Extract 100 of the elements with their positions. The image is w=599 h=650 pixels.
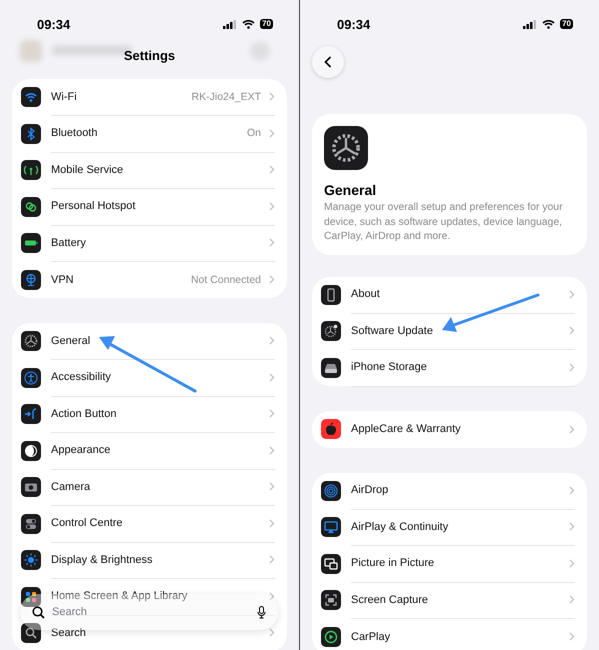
row-label: iPhone Storage: [351, 361, 427, 374]
row-label: Screen Capture: [351, 594, 428, 606]
chevron-icon: [269, 592, 275, 601]
row-app-icon: [321, 517, 341, 538]
row-app-icon: [321, 626, 341, 647]
chevron-icon: [269, 555, 275, 564]
settings-row[interactable]: Picture in Picture: [321, 546, 575, 582]
settings-row[interactable]: Control Centre: [21, 506, 275, 542]
row-label: About: [351, 288, 380, 300]
settings-row[interactable]: Mobile Service: [21, 152, 275, 188]
wifi-icon: [242, 19, 256, 29]
settings-row[interactable]: Battery: [21, 225, 275, 262]
chevron-icon: [569, 424, 575, 434]
row-label: Bluetooth: [51, 127, 98, 140]
microphone-icon: [257, 606, 266, 618]
search-input[interactable]: Search: [52, 606, 250, 618]
row-app-icon: [21, 233, 41, 254]
battery-level: 70: [260, 19, 273, 29]
general-app-icon: [324, 126, 368, 170]
settings-row[interactable]: AppleCare & Warranty: [321, 411, 575, 448]
row-label: Battery: [51, 236, 86, 249]
row-app-icon: [21, 87, 41, 108]
status-time: 09:34: [37, 16, 70, 32]
row-label: AirDrop: [351, 484, 388, 496]
settings-row[interactable]: Wi-Fi RK-Jio24_EXT: [21, 79, 275, 116]
row-app-icon: [321, 284, 341, 305]
row-label: CarPlay: [351, 630, 390, 643]
row-app-icon: [321, 321, 341, 342]
row-label: Personal Hotspot: [51, 200, 136, 212]
row-app-icon: [21, 404, 41, 424]
chevron-icon: [569, 595, 575, 604]
settings-row[interactable]: Screen Capture: [321, 582, 575, 618]
chevron-icon: [269, 128, 275, 138]
settings-row[interactable]: CarPlay: [321, 618, 575, 650]
chevron-icon: [569, 326, 575, 336]
status-time: 09:34: [337, 16, 370, 32]
chevron-icon: [269, 202, 275, 211]
row-label: Appearance: [51, 444, 110, 456]
row-app-icon: [21, 440, 41, 461]
chevron-icon: [569, 522, 575, 532]
settings-row[interactable]: Appearance: [21, 432, 275, 469]
settings-row[interactable]: About: [321, 276, 575, 313]
header-title: General: [324, 182, 378, 198]
chevron-icon: [269, 518, 275, 528]
chevron-icon: [569, 632, 575, 642]
row-value: Not Connected: [190, 274, 261, 286]
row-label: Wi-Fi: [51, 90, 77, 103]
settings-row[interactable]: iPhone Storage: [321, 350, 575, 386]
row-label: Picture in Picture: [351, 557, 434, 570]
chevron-icon: [269, 275, 275, 284]
row-app-icon: [21, 514, 41, 534]
settings-row[interactable]: Camera: [21, 469, 275, 506]
settings-row[interactable]: Bluetooth On: [21, 116, 275, 152]
settings-row[interactable]: AirPlay & Continuity: [321, 509, 575, 546]
row-app-icon: [321, 480, 341, 501]
settings-row[interactable]: Accessibility: [21, 360, 275, 396]
chevron-icon: [269, 409, 275, 418]
row-app-icon: [21, 477, 41, 498]
signal-icon: [223, 20, 238, 28]
chevron-icon: [269, 446, 275, 455]
row-app-icon: [21, 196, 41, 217]
row-app-icon: [321, 419, 341, 440]
row-app-icon: [321, 358, 341, 378]
row-label: Camera: [51, 480, 90, 493]
settings-row[interactable]: Search: [21, 615, 275, 650]
settings-row[interactable]: Personal Hotspot: [21, 188, 275, 225]
chevron-icon: [269, 482, 275, 492]
chevron-icon: [269, 165, 275, 174]
row-label: Accessibility: [51, 371, 111, 384]
row-app-icon: [321, 554, 341, 574]
settings-row[interactable]: Action Button: [21, 396, 275, 432]
row-value: RK-Jio24_EXT: [192, 90, 261, 103]
row-label: VPN: [51, 274, 74, 286]
row-app-icon: [21, 623, 41, 644]
row-value: On: [246, 127, 261, 140]
chevron-icon: [569, 290, 575, 299]
row-app-icon: [21, 550, 41, 570]
back-icon: [324, 56, 332, 68]
row-app-icon: [21, 124, 41, 144]
battery-level: 70: [560, 19, 573, 29]
chevron-icon: [569, 362, 575, 372]
chevron-icon: [569, 486, 575, 495]
row-app-icon: [21, 160, 41, 180]
row-label: Software Update: [351, 324, 433, 337]
row-label: AppleCare & Warranty: [351, 423, 461, 436]
row-app-icon: [321, 590, 341, 610]
search-icon: [32, 606, 45, 618]
settings-row[interactable]: AirDrop: [321, 472, 575, 509]
settings-row[interactable]: Display & Brightness: [21, 542, 275, 578]
row-app-icon: [21, 586, 41, 607]
chevron-icon: [269, 336, 275, 346]
signal-icon: [523, 20, 538, 28]
chevron-icon: [269, 238, 275, 248]
row-label: Mobile Service: [51, 164, 124, 176]
back-button[interactable]: [312, 46, 344, 78]
settings-row[interactable]: VPN Not Connected: [21, 262, 275, 298]
screen-title: Settings: [124, 48, 176, 63]
row-app-icon: [21, 270, 41, 290]
row-label: AirPlay & Continuity: [351, 520, 448, 533]
header-description: Manage your overall setup and preferences for your device, such as software updates, device language, CarPlay, AirDrop and more.: [324, 201, 564, 244]
